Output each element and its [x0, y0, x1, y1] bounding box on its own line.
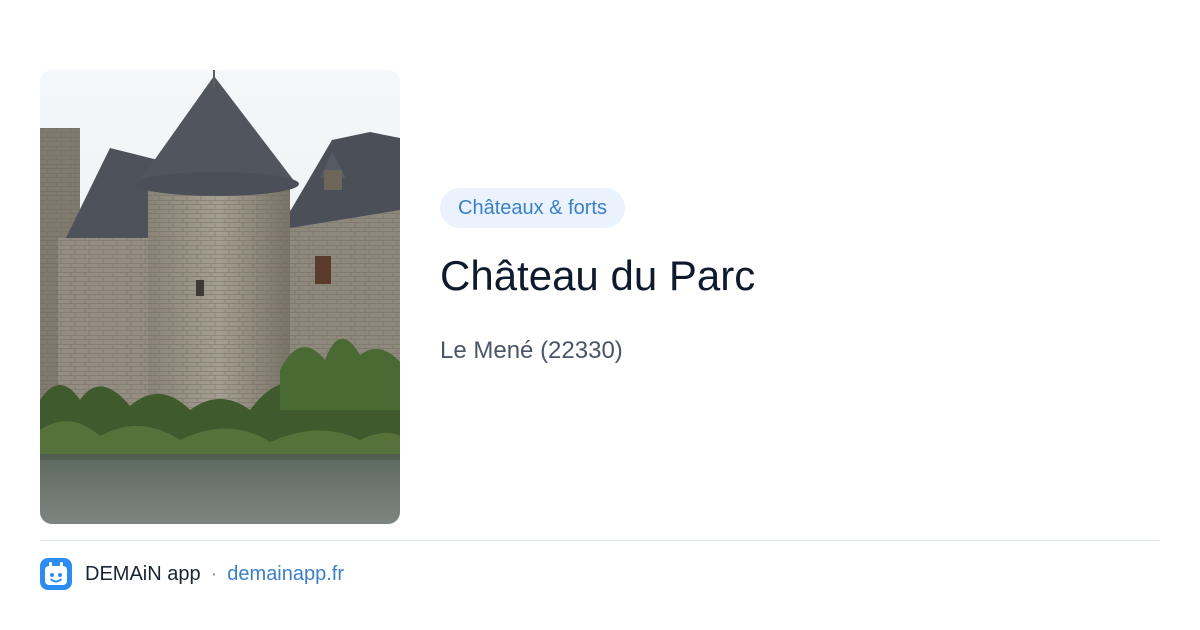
place-location: Le Mené (22330): [440, 337, 623, 364]
demain-app-logo-icon: [40, 558, 72, 590]
app-name: DEMAiN app: [85, 562, 201, 585]
app-website-link[interactable]: demainapp.fr: [227, 563, 344, 586]
share-card: Châteaux & forts Château du Parc Le Mené…: [0, 0, 1200, 630]
category-badge[interactable]: Châteaux & forts: [440, 188, 625, 228]
footer-separator: ·: [210, 562, 218, 585]
footer: DEMAiN app · demainapp.fr: [40, 557, 344, 591]
place-title: Château du Parc: [440, 252, 756, 299]
footer-divider: [40, 540, 1160, 541]
chateau-photo: [40, 70, 400, 524]
place-info: Châteaux & forts Château du Parc Le Mené…: [440, 188, 1160, 366]
